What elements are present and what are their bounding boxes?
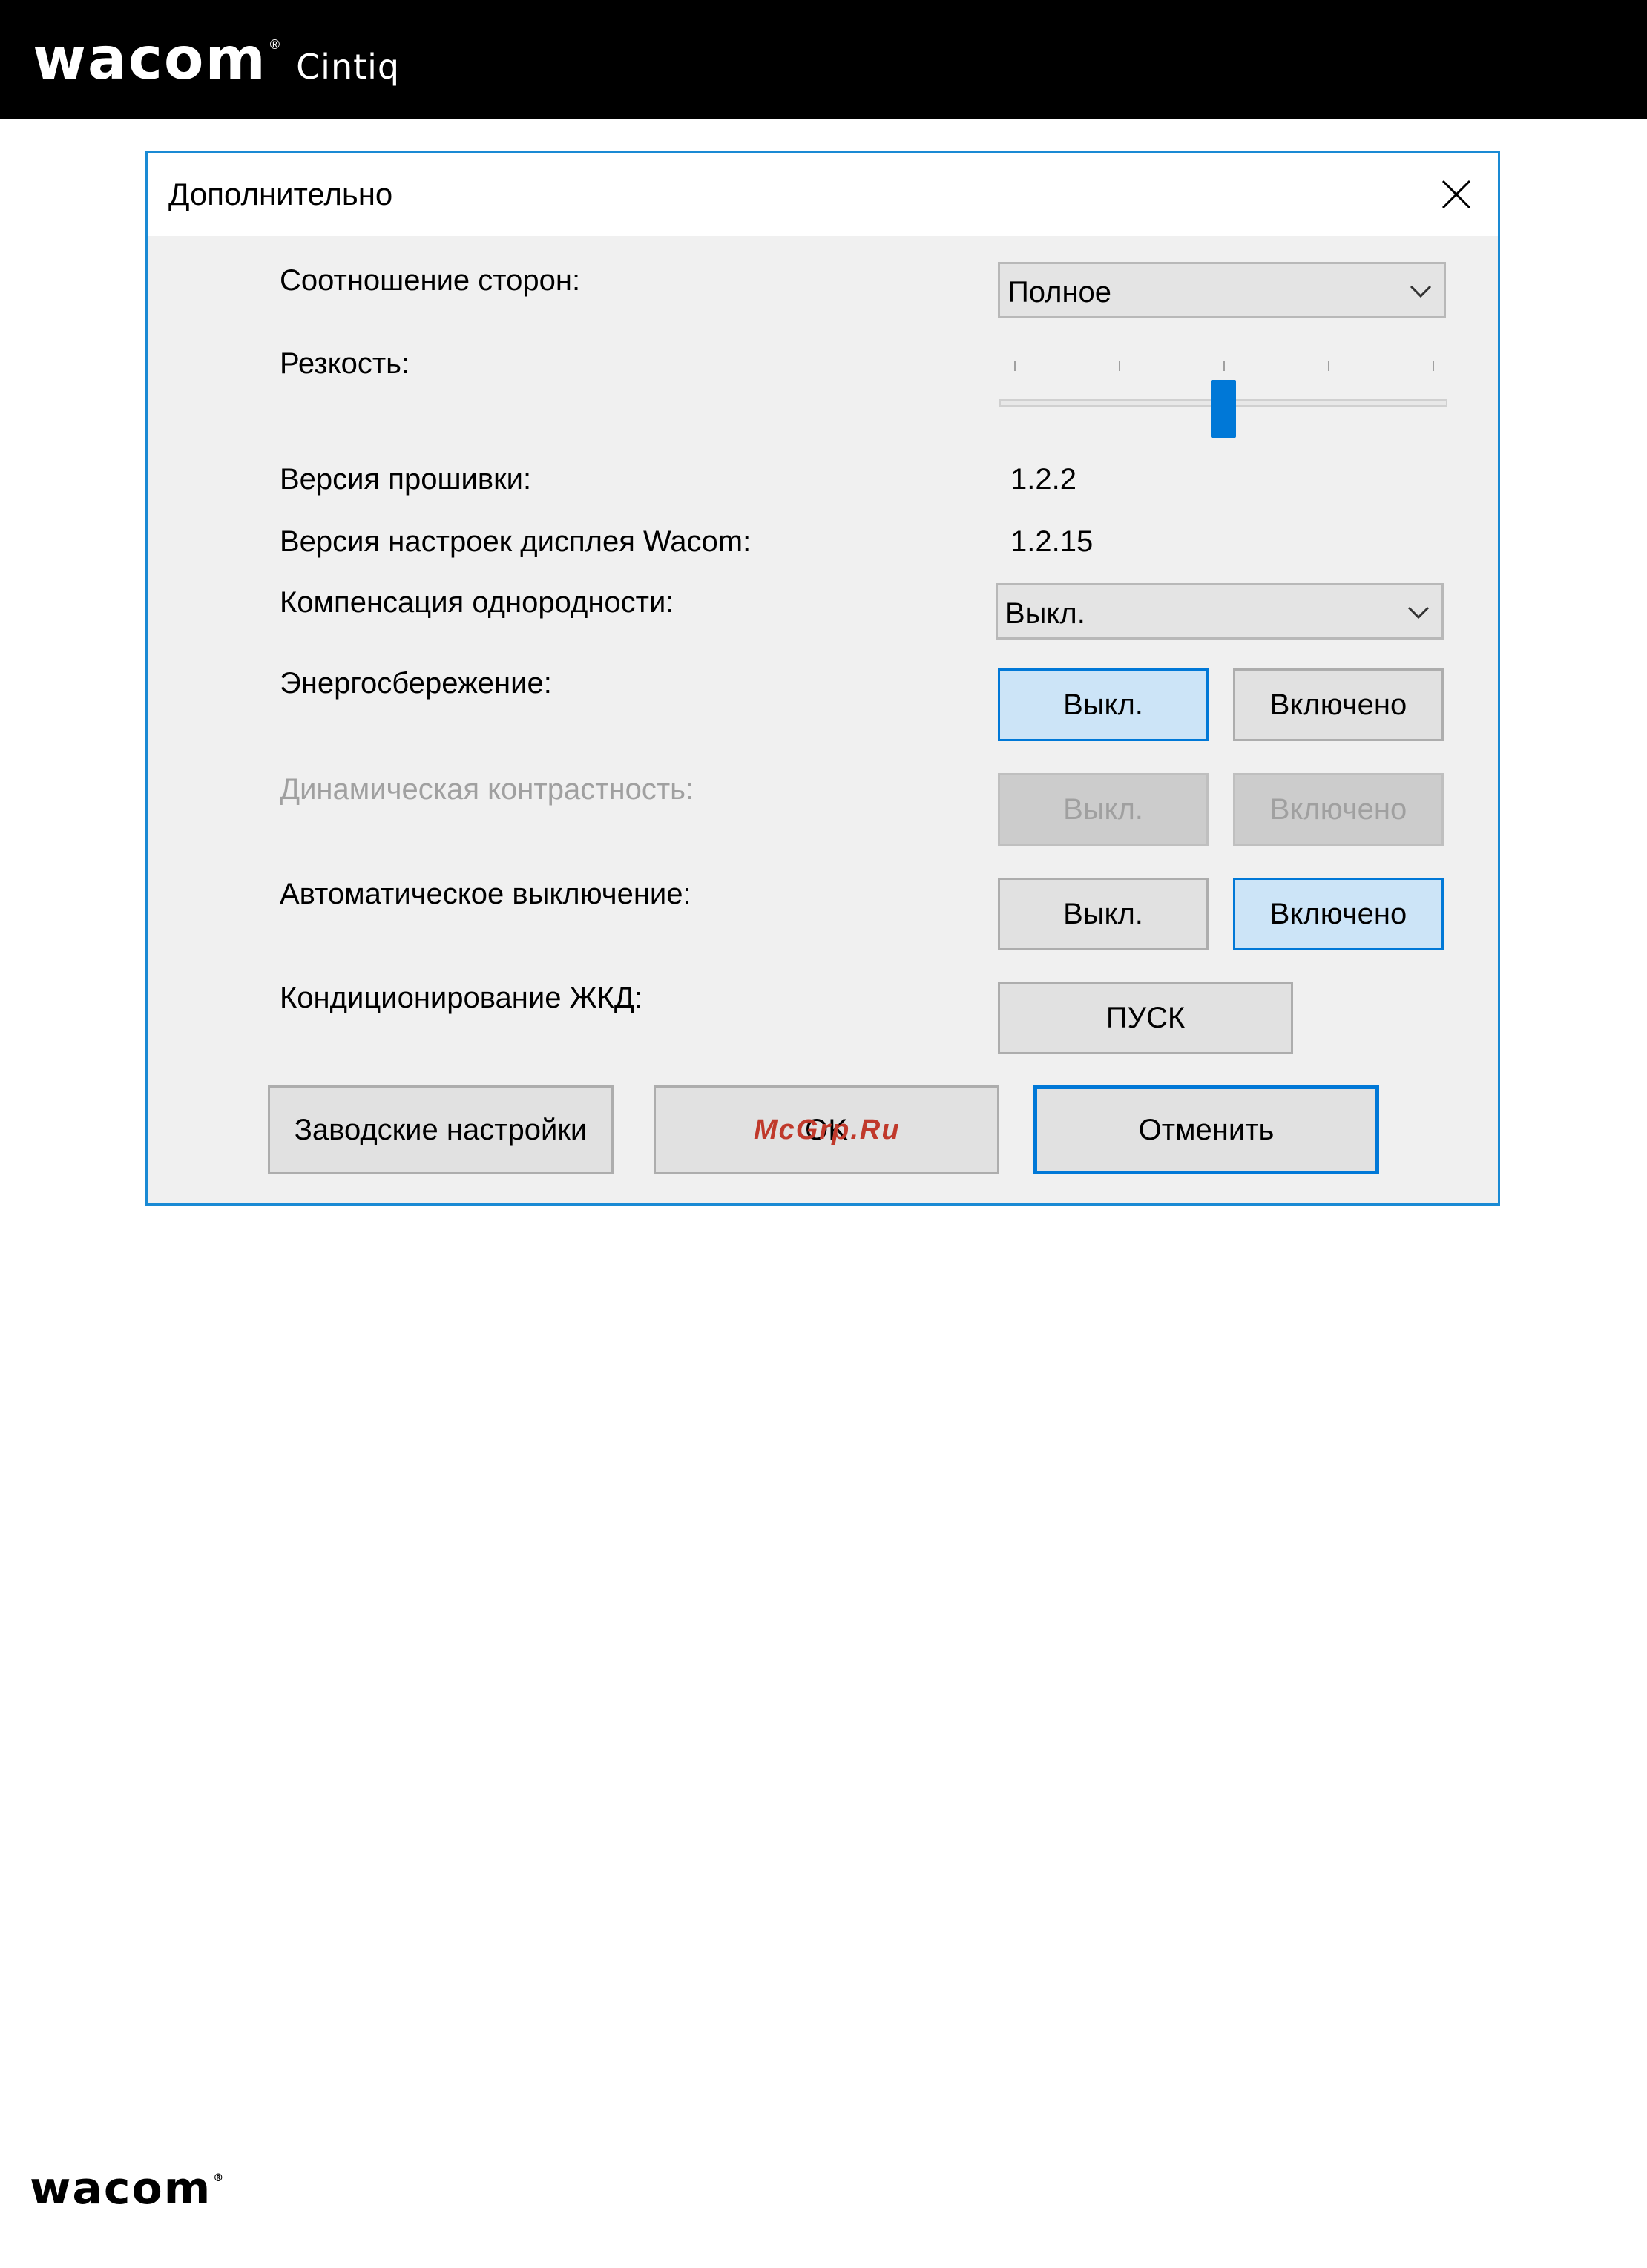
sharpness-label: Резкость:: [280, 347, 410, 380]
uniformity-label: Компенсация однородности:: [280, 586, 674, 619]
factory-reset-button[interactable]: Заводские настройки: [268, 1085, 614, 1174]
ok-button[interactable]: OK: [654, 1085, 999, 1174]
close-icon: [1441, 180, 1471, 209]
cancel-button[interactable]: Отменить: [1033, 1085, 1379, 1174]
dynamic-contrast-label: Динамическая контрастность:: [280, 773, 694, 806]
wacom-logo: wacom: [33, 26, 267, 93]
page-header: wacom ® Cintiq: [0, 0, 1647, 119]
auto-off-label: Автоматическое выключение:: [280, 878, 691, 910]
firmware-version-label: Версия прошивки:: [280, 463, 532, 496]
advanced-dialog: Дополнительно Соотношение сторон: Полное…: [145, 151, 1500, 1206]
chevron-down-icon: [1410, 285, 1432, 298]
registered-mark: ®: [269, 37, 280, 52]
uniformity-select[interactable]: Выкл.: [996, 583, 1444, 640]
footer-wacom-logo: wacom ®: [30, 2163, 225, 2215]
auto-off-on-button[interactable]: Включено: [1233, 878, 1444, 950]
slider-tick: [1433, 361, 1434, 371]
firmware-version-value: 1.2.2: [1010, 463, 1076, 496]
power-saving-on-button[interactable]: Включено: [1233, 668, 1444, 741]
slider-tick: [1119, 361, 1120, 371]
sharpness-slider[interactable]: [999, 346, 1447, 442]
auto-off-off-button[interactable]: Выкл.: [998, 878, 1209, 950]
slider-tick: [1014, 361, 1016, 371]
settings-version-label: Версия настроек дисплея Wacom:: [280, 525, 752, 558]
power-saving-off-button[interactable]: Выкл.: [998, 668, 1209, 741]
uniformity-value: Выкл.: [1005, 597, 1085, 630]
dialog-title: Дополнительно: [168, 177, 393, 211]
dynamic-contrast-off-button: Выкл.: [998, 773, 1209, 846]
product-name: Cintiq: [296, 47, 401, 87]
lcd-conditioning-start-button[interactable]: ПУСК: [998, 982, 1293, 1054]
dialog-titlebar: Дополнительно: [148, 153, 1498, 236]
footer-registered-mark: ®: [213, 2172, 226, 2184]
aspect-ratio-value: Полное: [1007, 276, 1112, 309]
aspect-ratio-label: Соотношение сторон:: [280, 264, 581, 297]
chevron-down-icon: [1407, 606, 1430, 619]
brand: wacom ® Cintiq: [33, 22, 400, 96]
dynamic-contrast-on-button: Включено: [1233, 773, 1444, 846]
settings-version-value: 1.2.15: [1010, 525, 1094, 558]
close-button[interactable]: [1428, 166, 1485, 223]
footer-logo-text: wacom: [30, 2163, 212, 2215]
aspect-ratio-select[interactable]: Полное: [998, 262, 1446, 318]
power-saving-label: Энергосбережение:: [280, 667, 552, 700]
slider-thumb[interactable]: [1211, 380, 1236, 438]
slider-tick: [1223, 361, 1225, 371]
lcd-conditioning-label: Кондиционирование ЖКД:: [280, 982, 643, 1014]
slider-tick: [1328, 361, 1329, 371]
